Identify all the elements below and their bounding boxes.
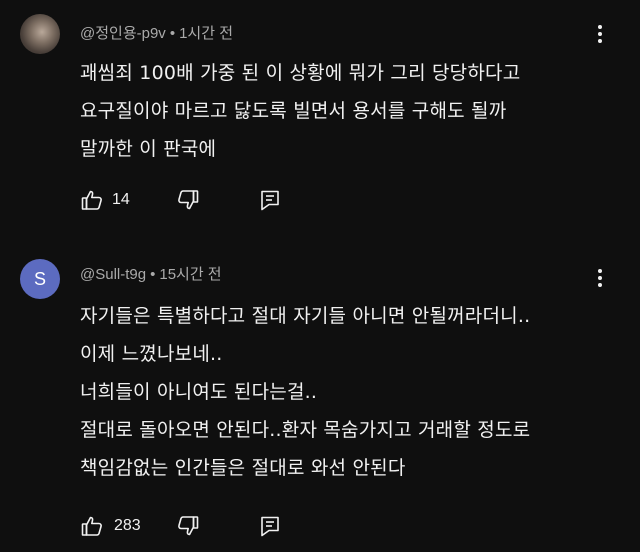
more-vertical-icon[interactable] xyxy=(590,22,610,46)
comment-text-line: 요구질이야 마르고 닳도록 빌면서 용서를 구해도 될까 xyxy=(80,100,507,122)
thumbs-up-icon xyxy=(81,516,102,536)
author-name[interactable]: @정인용-p9v xyxy=(80,25,166,42)
thumbs-up-icon xyxy=(81,190,102,210)
avatar-letter: S xyxy=(33,268,46,289)
comment-text-line: 자기들은 특별하다고 절대 자기들 아니면 안될꺼라더니.. xyxy=(80,305,531,327)
like-count: 283 xyxy=(114,517,141,534)
reply-comment-icon xyxy=(261,190,279,211)
comment-meta: @Sull-t9g • 15시간 전 xyxy=(80,263,222,284)
reply-button[interactable] xyxy=(258,514,282,538)
reply-comment-icon xyxy=(261,516,279,537)
like-count: 14 xyxy=(112,191,130,208)
comment-text-line: 이제 느꼈나보네.. xyxy=(80,343,223,365)
thumbs-down-icon xyxy=(178,190,199,210)
more-vertical-icon[interactable] xyxy=(590,266,610,290)
dislike-button[interactable] xyxy=(176,514,200,538)
comment-text-line: 절대로 돌아오면 안된다..환자 목숨가지고 거래할 정도로 xyxy=(80,419,531,441)
comment-time[interactable]: 1시간 전 xyxy=(179,25,233,42)
comment-meta: @정인용-p9v • 1시간 전 xyxy=(80,22,233,43)
comment-time[interactable]: 15시간 전 xyxy=(159,266,221,283)
meta-separator: • xyxy=(150,266,156,283)
comment-text-line: 책임감없는 인간들은 절대로 와선 안된다 xyxy=(80,457,406,479)
like-button[interactable] xyxy=(80,188,104,212)
like-button[interactable] xyxy=(80,514,104,538)
comment-text-line: 말까한 이 판국에 xyxy=(80,138,217,160)
avatar[interactable]: S xyxy=(20,259,60,299)
comment-text-line: 괘씸죄 100배 가중 된 이 상황에 뭐가 그리 당당하다고 xyxy=(80,62,521,84)
author-name[interactable]: @Sull-t9g xyxy=(80,266,146,283)
thumbs-down-icon xyxy=(178,516,199,536)
meta-separator: • xyxy=(169,25,176,42)
dislike-button[interactable] xyxy=(176,188,200,212)
reply-button[interactable] xyxy=(258,188,282,212)
avatar[interactable] xyxy=(20,14,60,54)
comment-text-line: 너희들이 아니여도 된다는걸.. xyxy=(80,381,318,403)
